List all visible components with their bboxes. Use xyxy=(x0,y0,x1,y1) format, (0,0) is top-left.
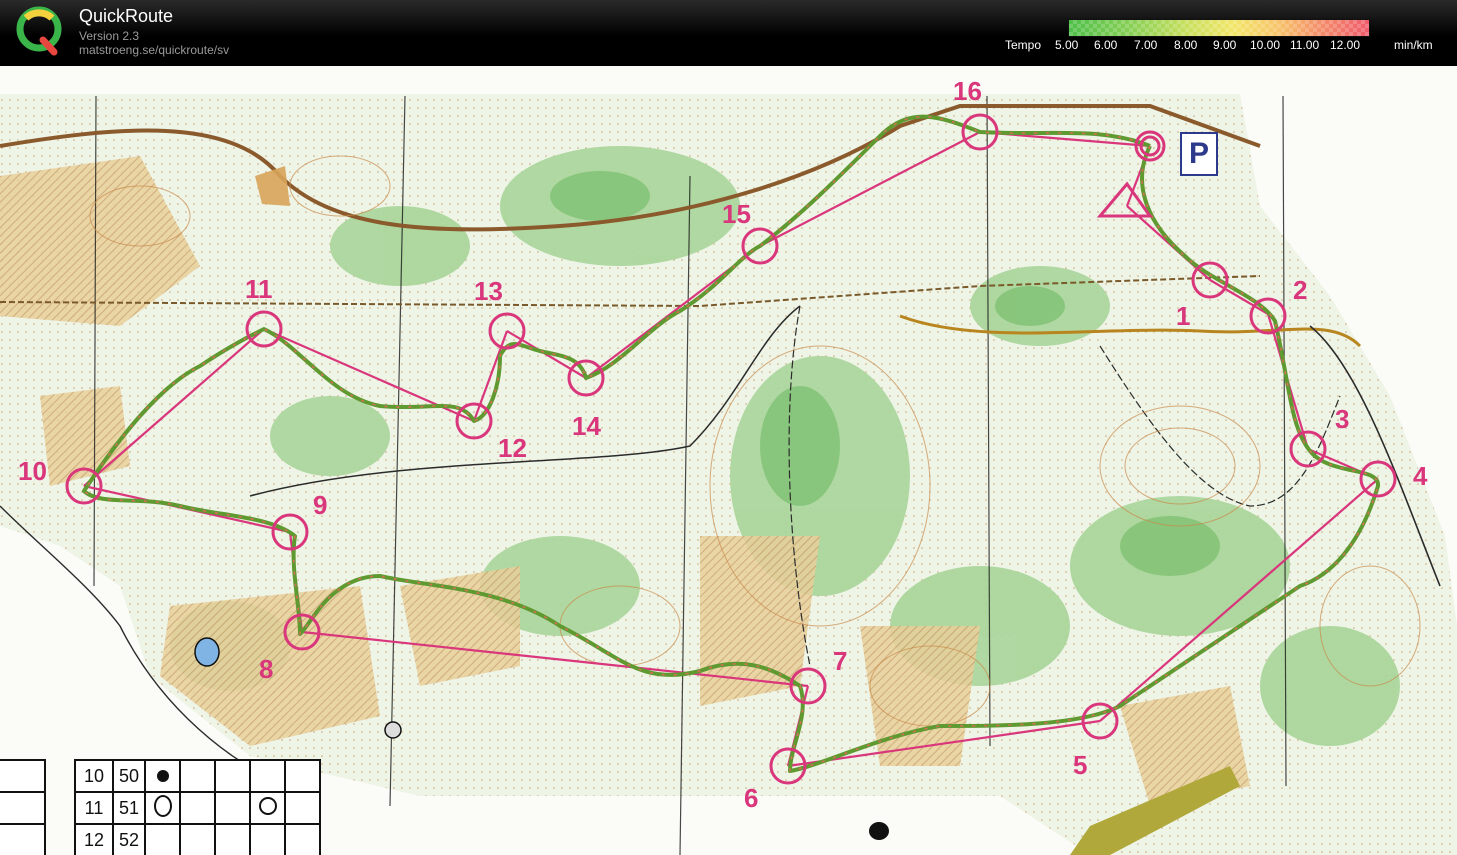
legend-unit: min/km xyxy=(1394,38,1433,52)
legend-tick: 9.00 xyxy=(1213,38,1237,52)
control-label-14: 14 xyxy=(572,411,601,441)
legend-tick: 10.00 xyxy=(1250,38,1281,52)
legend-tick: 6.00 xyxy=(1094,38,1118,52)
desc-num: 12 xyxy=(74,823,114,855)
header-bar: QuickRoute Version 2.3 matstroeng.se/qui… xyxy=(0,0,1457,66)
control-label-12: 12 xyxy=(498,433,527,463)
control-description-table: 10 50 11 51 12 52 xyxy=(0,759,356,855)
pace-color-legend xyxy=(1068,19,1370,37)
control-label-10: 10 xyxy=(18,456,47,486)
orienteering-map[interactable]: 1 2 3 4 5 6 7 8 9 10 11 12 13 14 15 16 P xyxy=(0,66,1457,855)
circle-l-symbol-icon xyxy=(249,791,286,825)
legend-label: Tempo xyxy=(1005,38,1042,52)
control-label-5: 5 xyxy=(1073,750,1087,780)
control-label-9: 9 xyxy=(313,490,327,520)
legend-tick: 8.00 xyxy=(1174,38,1198,52)
parking-sign: P xyxy=(1180,132,1218,176)
control-label-16: 16 xyxy=(953,76,982,106)
quickroute-logo-icon xyxy=(16,6,62,56)
control-label-6: 6 xyxy=(744,783,758,813)
dot-symbol-icon xyxy=(144,759,181,793)
legend-tick: 11.00 xyxy=(1290,38,1320,52)
control-label-4: 4 xyxy=(1413,461,1428,491)
app-title: QuickRoute xyxy=(79,6,174,26)
legend-tick: 12.00 xyxy=(1330,38,1361,52)
app-url: matstroeng.se/quickroute/sv xyxy=(79,43,230,57)
control-label-11: 11 xyxy=(245,274,273,304)
control-label-13: 13 xyxy=(474,276,503,306)
app-version: Version 2.3 xyxy=(79,29,140,43)
control-label-8: 8 xyxy=(259,654,273,684)
building xyxy=(869,822,889,840)
control-label-7: 7 xyxy=(833,646,847,676)
map-canvas: 1 2 3 4 5 6 7 8 9 10 11 12 13 14 15 16 xyxy=(0,66,1457,855)
oval-symbol-icon xyxy=(144,791,181,825)
control-label-2: 2 xyxy=(1293,275,1307,305)
desc-code: 50 xyxy=(112,759,146,793)
control-label-1: 1 xyxy=(1176,301,1190,331)
desc-num: 10 xyxy=(74,759,114,793)
desc-code: 51 xyxy=(112,791,146,825)
desc-num: 11 xyxy=(74,791,114,825)
legend-tick: 7.00 xyxy=(1134,38,1158,52)
control-label-15: 15 xyxy=(722,199,751,229)
desc-code: 52 xyxy=(112,823,146,855)
pond xyxy=(194,637,220,667)
control-label-3: 3 xyxy=(1335,404,1349,434)
quickroute-window: QuickRoute Version 2.3 matstroeng.se/qui… xyxy=(0,0,1457,855)
rock-symbol-icon xyxy=(144,823,181,855)
angle-symbol-icon xyxy=(249,823,286,855)
legend-tick: 5.00 xyxy=(1055,38,1079,52)
